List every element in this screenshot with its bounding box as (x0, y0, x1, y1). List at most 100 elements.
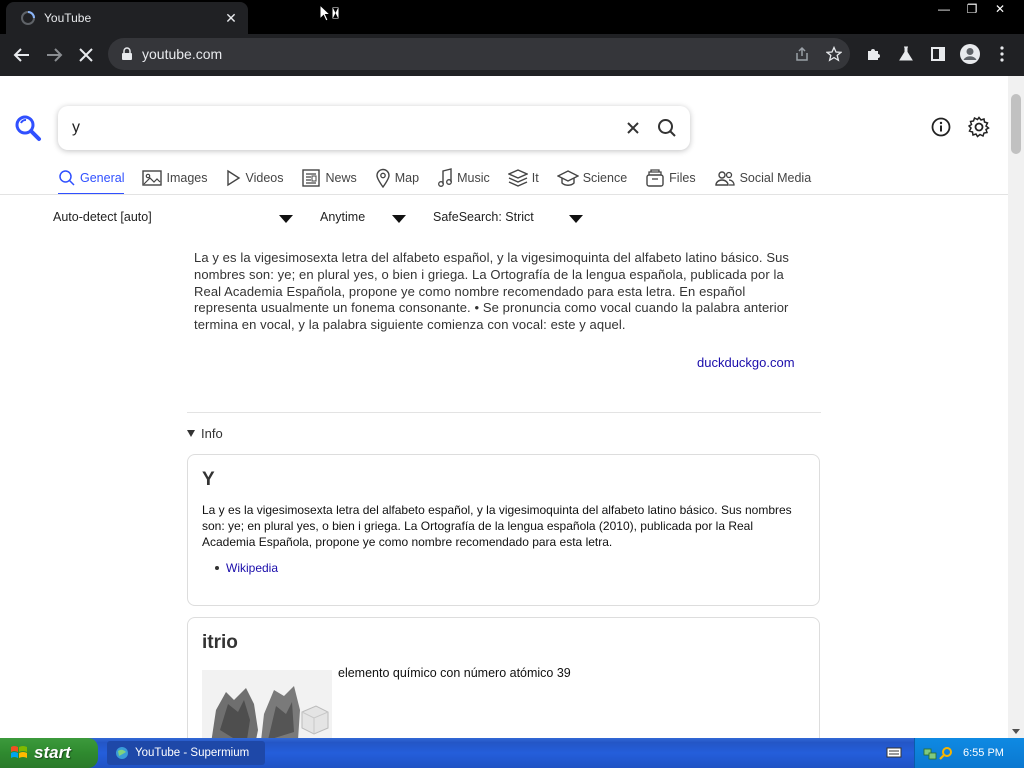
tab-social-media[interactable]: Social Media (714, 164, 812, 192)
scroll-down-arrow-icon[interactable] (1012, 729, 1020, 734)
tab-general[interactable]: General (58, 164, 125, 195)
info-label: Info (201, 426, 223, 441)
tab-news[interactable]: News (301, 164, 357, 192)
close-window-button[interactable]: ✕ (986, 0, 1014, 18)
share-button[interactable] (786, 38, 818, 70)
avatar-icon (960, 44, 980, 64)
wikipedia-link[interactable]: Wikipedia (226, 561, 278, 575)
tab-it[interactable]: It (507, 164, 539, 192)
bookmark-button[interactable] (818, 38, 850, 70)
tab-label: Images (166, 171, 208, 185)
tab-science[interactable]: Science (556, 164, 628, 192)
chevron-down-icon[interactable] (392, 215, 406, 223)
tab-map[interactable]: Map (375, 164, 419, 192)
triangle-down-icon (187, 430, 195, 437)
loading-spinner-icon (21, 11, 35, 25)
instant-answer-text: La y es la vigesimosexta letra del alfab… (194, 250, 790, 333)
divider (0, 194, 1008, 195)
busy-cursor-icon (319, 4, 340, 22)
forward-button[interactable] (38, 39, 70, 71)
infobox-description: La y es la vigesimosexta letra del alfab… (202, 503, 792, 549)
url-text: youtube.com (142, 46, 223, 62)
tab-videos[interactable]: Videos (225, 164, 283, 192)
search-icon (59, 170, 75, 186)
star-icon (826, 46, 842, 62)
tab-music[interactable]: Music (437, 164, 490, 192)
start-button[interactable]: start (0, 738, 98, 768)
taskbar-window-button[interactable]: YouTube - Supermium (107, 741, 265, 765)
clock: 6:55 PM (963, 747, 1004, 759)
tab-close-icon[interactable]: ✕ (220, 10, 242, 27)
lock-icon (122, 47, 132, 60)
search-input[interactable]: y (58, 119, 616, 137)
screen: YouTube ✕ — ❐ ✕ youtube.com y General Im… (0, 0, 1024, 768)
safesearch-select[interactable]: SafeSearch: Strict (433, 210, 534, 224)
network-icon[interactable] (923, 746, 937, 760)
search-icon (658, 119, 676, 137)
scrollbar-thumb[interactable] (1011, 94, 1021, 154)
tab-label: Files (669, 171, 696, 185)
profile-button[interactable] (954, 38, 986, 70)
search-tray-icon[interactable] (939, 746, 953, 760)
newspaper-icon (302, 169, 321, 187)
image-icon (142, 170, 163, 186)
tab-files[interactable]: Files (645, 164, 696, 192)
clear-icon (627, 122, 639, 134)
restore-button[interactable]: ❐ (958, 0, 986, 18)
tab-label: Science (582, 171, 628, 185)
preferences-button[interactable] (964, 112, 994, 142)
language-select[interactable]: Auto-detect [auto] (53, 210, 152, 224)
start-label: start (34, 743, 71, 762)
flask-icon (899, 46, 913, 61)
side-panel-button[interactable] (922, 38, 954, 70)
yttrium-crystals-image (202, 670, 332, 738)
browser-tab[interactable]: YouTube ✕ (6, 2, 248, 34)
menu-button[interactable] (986, 38, 1018, 70)
searxng-logo-icon[interactable] (14, 114, 42, 142)
toolbar-right-icons (858, 38, 1018, 70)
infobox-description: elemento químico con número atómico 39 (338, 666, 571, 680)
windows-taskbar: start YouTube - Supermium 6:55 PM (0, 738, 1024, 768)
labs-button[interactable] (890, 38, 922, 70)
search-box[interactable]: y (58, 106, 690, 150)
infobox-link-item: Wikipedia (215, 561, 278, 575)
taskbar-window-title: YouTube - Supermium (135, 747, 250, 759)
stop-loading-button[interactable] (70, 39, 102, 71)
windows-logo-icon (11, 746, 27, 758)
tab-label: Map (394, 171, 420, 185)
puzzle-icon (868, 49, 880, 60)
infobox-card: Y La y es la vigesimosexta letra del alf… (187, 454, 820, 606)
kebab-menu-icon (1000, 46, 1004, 62)
page-top-right-icons (926, 112, 994, 142)
tab-label: General (80, 171, 125, 185)
layers-icon (507, 169, 528, 187)
clear-search-button[interactable] (616, 111, 650, 145)
address-bar[interactable]: youtube.com (108, 38, 850, 70)
tab-title: YouTube (44, 11, 92, 25)
tab-images[interactable]: Images (142, 164, 207, 192)
answer-source-link[interactable]: duckduckgo.com (697, 355, 795, 370)
infobox-title: itrio (202, 632, 238, 653)
window-controls: — ❐ ✕ (930, 0, 1014, 18)
tab-label: News (325, 171, 357, 185)
search-submit-button[interactable] (650, 111, 684, 145)
info-section-toggle[interactable]: Info (187, 426, 223, 441)
chevron-down-icon[interactable] (279, 215, 293, 223)
back-button[interactable] (6, 39, 38, 71)
files-icon (646, 169, 664, 187)
tab-label: Social Media (739, 171, 812, 185)
keyboard-icon[interactable] (886, 746, 902, 758)
browser-toolbar: youtube.com (0, 34, 1024, 76)
divider (187, 412, 821, 413)
category-tabs: General Images Videos News Map Music It … (58, 164, 829, 195)
tab-label: Music (457, 171, 490, 185)
extensions-button[interactable] (858, 38, 890, 70)
share-icon (796, 46, 808, 61)
minimize-button[interactable]: — (930, 0, 958, 18)
page-scrollbar[interactable] (1008, 76, 1024, 738)
bullet (215, 566, 219, 570)
about-button[interactable] (926, 112, 956, 142)
time-range-select[interactable]: Anytime (320, 210, 365, 224)
time-range-value: Anytime (320, 210, 366, 224)
chevron-down-icon[interactable] (569, 215, 583, 223)
